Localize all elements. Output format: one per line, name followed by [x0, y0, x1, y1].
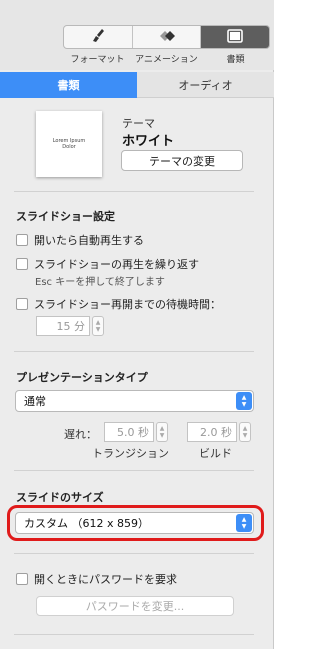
document-button[interactable] — [201, 26, 269, 48]
document-icon — [227, 28, 243, 47]
idle-time-field[interactable]: 15 分 — [36, 316, 90, 336]
autoplay-checkbox[interactable] — [16, 234, 28, 246]
autoplay-option[interactable]: 開いたら自動再生する — [16, 232, 144, 248]
animation-diamond-icon — [157, 28, 177, 47]
idle-checkbox[interactable] — [16, 298, 28, 310]
loop-checkbox[interactable] — [16, 258, 28, 270]
idle-time-stepper[interactable]: ▲ ▼ — [92, 316, 104, 336]
loop-option[interactable]: スライドショーの再生を繰り返す — [16, 256, 199, 272]
loop-label: スライドショーの再生を繰り返す — [34, 258, 199, 271]
slideshow-settings-title: スライドショー設定 — [16, 210, 115, 223]
highlight-box — [7, 505, 264, 541]
password-label: 開くときにパスワードを要求 — [34, 573, 177, 586]
change-password-button[interactable]: パスワードを変更... — [36, 596, 234, 616]
build-delay-field[interactable]: 2.0 秒 — [187, 422, 237, 442]
loop-note: Esc キーを押して終了します — [35, 277, 165, 288]
change-theme-button[interactable]: テーマの変更 — [121, 150, 243, 171]
animate-label: アニメーション — [135, 55, 198, 65]
transition-delay-field[interactable]: 5.0 秒 — [104, 422, 154, 442]
presentation-type-title: プレゼンテーションタイプ — [16, 371, 148, 384]
presentation-type-value: 通常 — [24, 395, 46, 408]
presentation-type-select[interactable]: 通常 ▲ ▼ — [15, 390, 254, 412]
document-inspector: フォーマット アニメーション 書類 書類 オーディオ Lorem Ipsum D… — [0, 0, 274, 649]
password-checkbox[interactable] — [16, 573, 28, 585]
transition-delay-stepper[interactable]: ▲ ▼ — [156, 422, 168, 442]
transition-label: トランジション — [92, 447, 169, 460]
paintbrush-icon — [89, 27, 107, 47]
tab-audio[interactable]: オーディオ — [137, 72, 274, 98]
theme-label: テーマ — [122, 117, 155, 130]
autoplay-label: 開いたら自動再生する — [34, 234, 144, 247]
password-option[interactable]: 開くときにパスワードを要求 — [16, 571, 177, 587]
build-delay-stepper[interactable]: ▲ ▼ — [239, 422, 251, 442]
stepper-down-icon: ▼ — [242, 432, 248, 439]
divider — [14, 351, 254, 352]
animate-button[interactable] — [133, 26, 202, 48]
stepper-down-icon: ▼ — [159, 432, 165, 439]
format-label: フォーマット — [70, 55, 125, 65]
format-button[interactable] — [64, 26, 133, 48]
slide-size-title: スライドのサイズ — [16, 491, 104, 504]
idle-option[interactable]: スライドショー再開までの待機時間： — [16, 296, 221, 312]
select-arrows-icon: ▲ ▼ — [236, 392, 252, 410]
divider — [14, 470, 254, 471]
tab-document[interactable]: 書類 — [0, 72, 137, 98]
stepper-down-icon: ▼ — [95, 326, 101, 333]
tab-bar: 書類 オーディオ — [0, 72, 274, 98]
toolbar: フォーマット アニメーション 書類 — [0, 0, 274, 70]
toolbar-labels: フォーマット アニメーション 書類 — [63, 52, 270, 65]
theme-thumbnail: Lorem Ipsum Dolor — [36, 111, 102, 177]
build-label: ビルド — [199, 447, 232, 460]
idle-label: スライドショー再開までの待機時間： — [34, 298, 221, 311]
stepper-up-icon: ▲ — [242, 425, 248, 432]
document-label: 書類 — [226, 55, 245, 65]
stepper-up-icon: ▲ — [159, 425, 165, 432]
stepper-up-icon: ▲ — [95, 319, 101, 326]
inspector-segmented-control — [63, 25, 270, 49]
divider — [14, 553, 254, 554]
theme-thumb-subtitle: Dolor — [62, 144, 76, 150]
delay-label: 遅れ： — [64, 428, 97, 441]
divider — [14, 634, 254, 635]
theme-name: ホワイト — [122, 134, 175, 149]
divider — [14, 191, 254, 192]
